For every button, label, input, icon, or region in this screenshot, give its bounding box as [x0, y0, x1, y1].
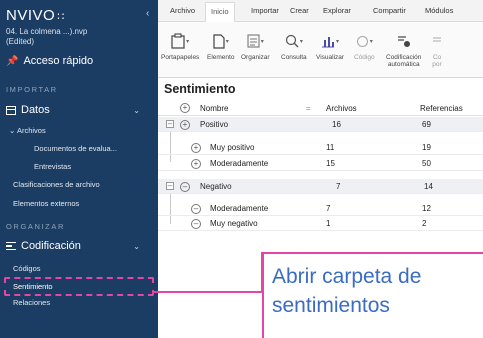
nav-relaciones[interactable]: Relaciones	[13, 298, 50, 307]
ribbon-tabs: Archivo Inicio Importar Crear Explorar C…	[158, 0, 483, 22]
autocode-icon	[397, 36, 410, 47]
page-title: Sentimiento	[164, 82, 236, 96]
table-header: + Nombre = Archivos Referencias	[158, 101, 483, 116]
logo-mark-icon: ∷	[57, 11, 65, 23]
coding-icon	[6, 242, 16, 250]
code-button[interactable]: ▾ Código	[354, 28, 375, 61]
negative-icon: –	[191, 204, 201, 214]
visualize-button[interactable]: ▾ Visualizar	[316, 28, 344, 61]
project-name: 04. La colmena ...).nvp (Edited)	[6, 27, 88, 46]
chevron-down-icon: ⌄	[9, 126, 16, 135]
negative-icon: –	[180, 182, 190, 192]
chevron-down-icon: ⌄	[133, 241, 140, 251]
column-nombre[interactable]: Nombre	[200, 104, 228, 113]
highlight-box	[4, 277, 154, 296]
chevron-down-icon: ⌄	[133, 105, 140, 115]
collapse-sidebar-button[interactable]: ‹	[146, 8, 149, 19]
tab-explorar[interactable]: Explorar	[323, 6, 351, 15]
table-row[interactable]: + Muy positivo 11 19	[158, 140, 483, 155]
positive-icon: +	[191, 159, 201, 169]
nav-codificacion-label: Codificación	[21, 240, 81, 252]
nav-datos-label: Datos	[21, 104, 50, 116]
quick-access-item[interactable]: 📌 Acceso rápido	[6, 55, 93, 67]
pin-icon: 📌	[6, 55, 19, 67]
column-referencias[interactable]: Referencias	[420, 104, 463, 113]
nav-archivos[interactable]: ⌄ Archivos	[9, 126, 46, 135]
nav-datos[interactable]: Datos ⌄	[6, 104, 152, 116]
section-organize-heading: ORGANIZAR	[6, 222, 65, 231]
column-archivos[interactable]: Archivos	[326, 104, 357, 113]
positive-icon: +	[191, 143, 201, 153]
query-icon	[285, 34, 299, 48]
nav-elementos-externos[interactable]: Elementos externos	[13, 199, 79, 208]
nav-archivos-label: Archivos	[16, 126, 46, 135]
organize-icon	[247, 34, 260, 48]
collapse-icon[interactable]: –	[166, 182, 174, 190]
navigation-sidebar: NVIVO ∷ ‹ 04. La colmena ...).nvp (Edited…	[0, 0, 158, 338]
nav-documentos[interactable]: Documentos de evalua...	[34, 144, 117, 153]
nav-codificacion[interactable]: Codificación ⌄	[6, 240, 152, 252]
tab-crear[interactable]: Crear	[290, 6, 309, 15]
negative-icon: –	[191, 219, 201, 229]
nav-codigos[interactable]: Códigos	[13, 264, 41, 273]
item-button[interactable]: ▾ Elemento	[207, 28, 234, 61]
equals-icon: =	[306, 104, 311, 113]
table-row[interactable]: – + Positivo 16 69	[158, 117, 483, 132]
query-button[interactable]: ▾ Consulta	[281, 28, 307, 61]
table-row[interactable]: – – Negativo 7 14	[158, 179, 483, 194]
nav-entrevistas[interactable]: Entrevistas	[34, 162, 71, 171]
organize-button[interactable]: ▾ Organizar	[241, 28, 270, 61]
tab-modulos[interactable]: Módulos	[425, 6, 453, 15]
code-by-button[interactable]: Co por	[432, 28, 442, 68]
tab-archivo[interactable]: Archivo	[170, 6, 195, 15]
nvivo-logo: NVIVO ∷	[6, 7, 65, 24]
code-icon	[356, 35, 368, 47]
chart-icon	[322, 36, 335, 47]
callout-text: Abrir carpeta de sentimientos	[272, 265, 422, 317]
annotation-callout: Abrir carpeta de sentimientos	[262, 252, 483, 338]
positive-icon: +	[180, 120, 190, 130]
table-row[interactable]: – Moderadamente 7 12	[158, 201, 483, 216]
quick-access-label: Acceso rápido	[23, 55, 94, 67]
ribbon-toolbar: ▾ Portapapeles ▾ Elemento ▾ Organizar ▾ …	[158, 22, 483, 78]
tab-compartir[interactable]: Compartir	[373, 6, 406, 15]
collapse-icon[interactable]: –	[166, 120, 174, 128]
clipboard-icon	[171, 33, 185, 49]
add-circle-icon: +	[180, 103, 190, 113]
tab-importar[interactable]: Importar	[251, 6, 279, 15]
section-import-heading: IMPORTAR	[6, 85, 58, 94]
tab-inicio[interactable]: Inicio	[205, 2, 235, 22]
new-item-icon	[213, 33, 225, 49]
clipboard-button[interactable]: ▾ Portapapeles	[161, 28, 199, 61]
table-row[interactable]: + Moderadamente 15 50	[158, 156, 483, 171]
autocode-button[interactable]: Codificación automática	[386, 28, 421, 68]
table-row[interactable]: – Muy negativo 1 2	[158, 216, 483, 231]
data-icon	[6, 105, 16, 115]
nav-clasificaciones[interactable]: Clasificaciones de archivo	[13, 180, 100, 189]
code-by-icon	[433, 37, 441, 41]
